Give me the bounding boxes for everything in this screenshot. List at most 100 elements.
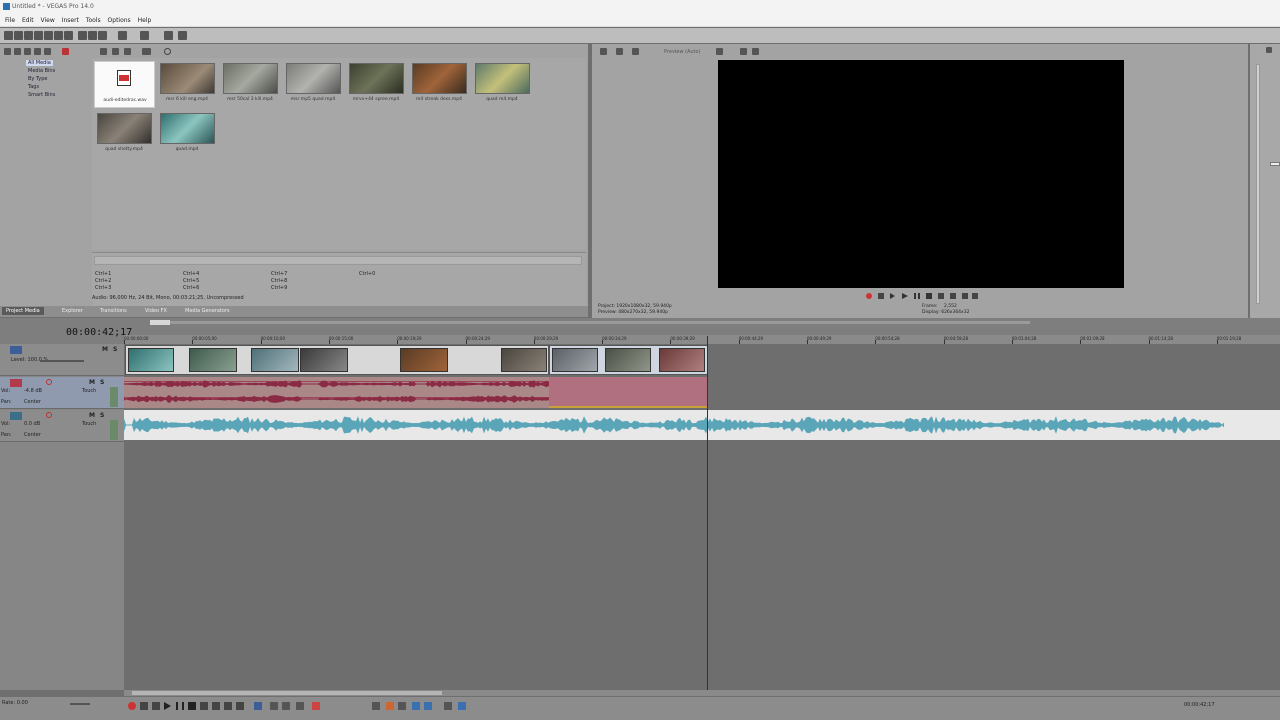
tree-tags[interactable]: Tags	[28, 84, 39, 90]
solo-button[interactable]: S	[100, 379, 104, 386]
redo-icon[interactable]	[140, 31, 149, 40]
media-item-selected[interactable]: audi-editedrac.wav	[94, 61, 155, 108]
play-icon[interactable]	[902, 293, 908, 299]
tab-media-generators[interactable]: Media Generators	[181, 307, 234, 315]
audio-track-2-header[interactable]: M S Vol: 0.0 dB Touch Pan: Center	[0, 410, 124, 442]
media-thumbnail[interactable]	[349, 63, 404, 94]
level-slider[interactable]	[40, 360, 84, 362]
pause-icon[interactable]	[914, 293, 920, 299]
open-icon[interactable]	[14, 31, 23, 40]
arm-record-icon[interactable]	[46, 379, 52, 385]
media-thumbnail[interactable]	[286, 63, 341, 94]
preview-settings-icon[interactable]	[600, 48, 607, 55]
marker-bar[interactable]	[150, 321, 1030, 324]
video-track-header[interactable]: M S Level: 100.0 %	[0, 344, 124, 376]
tab-video-fx[interactable]: Video FX	[141, 307, 171, 315]
render-icon[interactable]	[44, 31, 53, 40]
pause-icon[interactable]	[176, 702, 184, 710]
video-clip-selected[interactable]	[549, 345, 708, 375]
video-clip-group[interactable]	[125, 345, 549, 375]
cut-icon[interactable]	[78, 31, 87, 40]
audio-track-1-header[interactable]: M S Vol: -4.8 dB Touch Pan: Center	[0, 377, 124, 409]
lock-icon[interactable]	[372, 702, 380, 710]
import-icon[interactable]	[4, 48, 11, 55]
menu-insert[interactable]: Insert	[62, 16, 79, 26]
master-settings-icon[interactable]	[1266, 47, 1272, 53]
tab-explorer[interactable]: Explorer	[58, 307, 87, 315]
tab-project-media[interactable]: Project Media	[2, 307, 44, 315]
play-icon[interactable]	[164, 702, 171, 710]
mute-button[interactable]: M	[89, 412, 95, 419]
time-ruler[interactable]: 00:00:00;00 00:00:05;00 00:00:10;00 00:00:1…	[124, 335, 1280, 344]
next-frame-icon[interactable]	[236, 702, 244, 710]
preview-quality[interactable]: Preview (Auto)	[664, 49, 701, 55]
solo-button[interactable]: S	[100, 412, 104, 419]
zoom-tool-icon[interactable]	[296, 702, 304, 710]
timeline-scrollbar[interactable]	[124, 690, 1280, 696]
overlays-icon[interactable]	[716, 48, 723, 55]
hand-tool-icon[interactable]	[164, 31, 173, 40]
menu-view[interactable]: View	[41, 16, 55, 26]
mute-button[interactable]: M	[89, 379, 95, 386]
save-icon[interactable]	[24, 31, 33, 40]
playhead-cursor[interactable]	[707, 336, 708, 690]
play-from-start-icon[interactable]	[890, 293, 895, 299]
menu-help[interactable]: Help	[138, 16, 152, 26]
stop-icon[interactable]	[112, 48, 119, 55]
audio-clip-track2[interactable]	[124, 410, 1280, 440]
snapping-icon[interactable]	[412, 702, 420, 710]
lock-envelopes-icon[interactable]	[444, 702, 452, 710]
marker-icon[interactable]	[386, 702, 394, 710]
audio-clip-selected[interactable]	[549, 377, 708, 408]
loop-icon[interactable]	[140, 702, 148, 710]
menu-tools[interactable]: Tools	[86, 16, 101, 26]
media-thumbnail[interactable]	[160, 113, 215, 144]
loop-icon[interactable]	[878, 293, 884, 299]
rate-slider[interactable]	[70, 703, 90, 705]
scroll-thumb[interactable]	[132, 691, 442, 695]
copy-icon[interactable]	[88, 31, 97, 40]
timeline-timecode[interactable]: 00:00:42;17	[66, 327, 132, 338]
prev-frame-icon[interactable]	[224, 702, 232, 710]
get-media-icon[interactable]	[24, 48, 31, 55]
automation-mode[interactable]: Touch	[82, 421, 96, 427]
media-thumbnail[interactable]	[223, 63, 278, 94]
save-as-icon[interactable]	[34, 31, 43, 40]
media-thumbnail[interactable]	[160, 63, 215, 94]
paste-icon[interactable]	[98, 31, 107, 40]
tree-by-type[interactable]: By Type	[28, 76, 47, 82]
go-to-start-icon[interactable]	[938, 293, 944, 299]
next-frame-icon[interactable]	[972, 293, 978, 299]
media-thumbnail[interactable]	[97, 113, 152, 144]
master-fader[interactable]	[1270, 162, 1280, 166]
record-icon[interactable]	[128, 702, 136, 710]
tree-smart-bins[interactable]: Smart Bins	[28, 92, 55, 98]
play-icon[interactable]	[100, 48, 107, 55]
auto-ripple-icon[interactable]	[424, 702, 432, 710]
search-icon[interactable]	[164, 48, 171, 55]
record-icon[interactable]	[866, 293, 872, 299]
go-to-end-icon[interactable]	[950, 293, 956, 299]
split-screen-icon[interactable]	[632, 48, 639, 55]
undo-icon[interactable]	[118, 31, 127, 40]
menu-options[interactable]: Options	[108, 16, 131, 26]
envelope-tool-icon[interactable]	[270, 702, 278, 710]
tab-transitions[interactable]: Transitions	[96, 307, 131, 315]
prev-frame-icon[interactable]	[962, 293, 968, 299]
normal-edit-tool-icon[interactable]	[254, 702, 262, 710]
settings-icon[interactable]	[64, 31, 73, 40]
region-icon[interactable]	[398, 702, 406, 710]
ignore-grouping-icon[interactable]	[458, 702, 466, 710]
mute-button[interactable]: M	[102, 346, 108, 353]
delete-icon[interactable]	[62, 48, 69, 55]
tree-all-media[interactable]: All Media	[26, 60, 53, 66]
play-from-start-icon[interactable]	[152, 702, 160, 710]
media-thumbnail[interactable]	[475, 63, 530, 94]
extract-audio-icon[interactable]	[34, 48, 41, 55]
new-project-icon[interactable]	[4, 31, 13, 40]
stop-icon[interactable]	[188, 702, 196, 710]
help-icon[interactable]	[178, 31, 187, 40]
views-icon[interactable]	[142, 48, 151, 55]
auto-preview-icon[interactable]	[124, 48, 131, 55]
tree-media-bins[interactable]: Media Bins	[28, 68, 55, 74]
